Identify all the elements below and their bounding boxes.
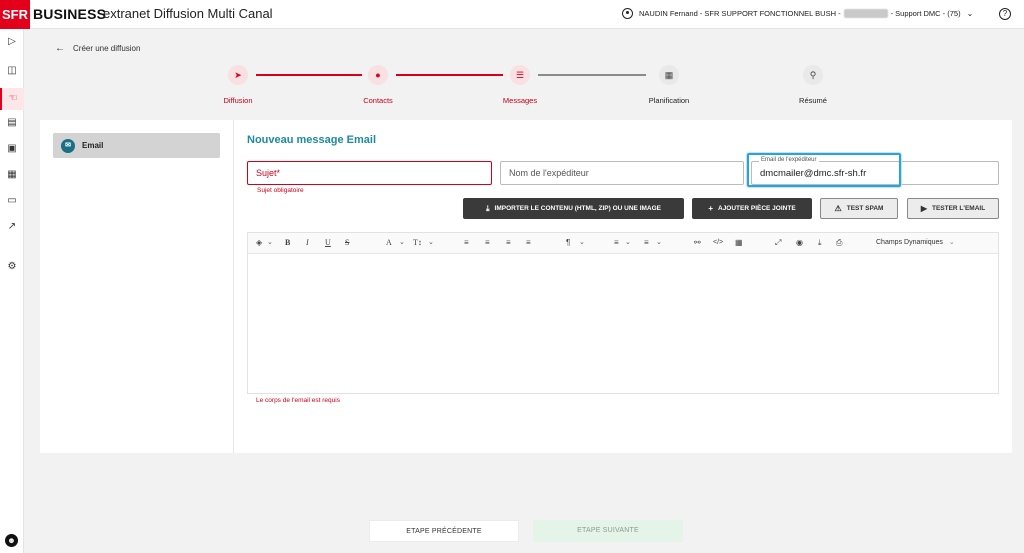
sender-name-input[interactable]: Nom de l'expéditeur <box>500 161 744 185</box>
paragraph-icon[interactable]: ¶ <box>566 238 570 248</box>
message-card: ✉ Email Nouveau message Email Sujet* Suj… <box>40 120 1012 453</box>
body-error: Le corps de l'email est requis <box>256 397 340 404</box>
next-step-button[interactable]: ETAPE SUIVANTE <box>533 520 683 542</box>
sidebar-item-label: Email <box>82 141 104 150</box>
italic-icon[interactable]: I <box>306 238 309 248</box>
test-email-label: TESTER L'EMAIL <box>931 205 986 212</box>
download-icon: ⤓ <box>485 203 490 213</box>
download-icon[interactable]: ⤓ <box>818 238 822 248</box>
spam-label: TEST SPAM <box>846 205 884 212</box>
preview-eye-icon[interactable]: ◉ <box>796 238 803 248</box>
chevron-down-icon[interactable]: ⌄ <box>428 238 434 248</box>
align-justify-icon[interactable]: ≡ <box>526 238 531 248</box>
plus-icon: + <box>708 204 713 213</box>
summary-icon[interactable]: ⚲ <box>803 65 823 85</box>
form-title: Nouveau message Email <box>247 134 377 146</box>
warning-icon: ⚠ <box>834 204 842 213</box>
import-content-button[interactable]: ⤓ IMPORTER LE CONTENU (HTML, ZIP) OU UNE… <box>463 198 684 219</box>
chat-icon[interactable]: ▭ <box>6 195 18 207</box>
settings-icon[interactable]: ⚙ <box>6 261 18 273</box>
users-icon[interactable]: ● <box>368 65 388 85</box>
attach-label: AJOUTER PIÈCE JOINTE <box>718 205 796 212</box>
sidebar-item-email[interactable]: ✉ Email <box>53 133 220 158</box>
chevron-down-icon[interactable]: ⌄ <box>267 238 273 248</box>
underline-icon[interactable]: U <box>325 238 331 248</box>
print-icon[interactable]: ⎙ <box>836 238 842 248</box>
chevron-down-icon[interactable]: ⌄ <box>579 238 585 248</box>
calendar-icon[interactable]: ▦ <box>659 65 679 85</box>
contact-card-icon[interactable]: ▤ <box>6 117 18 129</box>
text-color-icon[interactable]: ◈ <box>256 238 262 248</box>
focus-ring <box>747 153 901 187</box>
sender-name-placeholder: Nom de l'expéditeur <box>509 168 589 178</box>
chevron-down-icon: ⌄ <box>948 239 955 246</box>
ordered-list-icon[interactable]: ≡ <box>614 238 619 248</box>
play-icon: ▶ <box>920 204 927 213</box>
step-label-messages[interactable]: Messages <box>470 96 570 105</box>
step-label-contacts[interactable]: Contacts <box>328 96 428 105</box>
email-icon: ✉ <box>61 138 75 153</box>
align-left-icon[interactable]: ≡ <box>464 238 469 248</box>
stepper-connector <box>256 74 362 76</box>
dynamic-fields-label: Champs Dynamiques <box>876 239 943 246</box>
font-family-icon[interactable]: A <box>386 238 392 248</box>
dynamic-fields-dropdown[interactable]: Champs Dynamiques ⌄ <box>876 238 955 248</box>
test-spam-button[interactable]: ⚠ TEST SPAM <box>820 198 898 219</box>
chevron-down-icon[interactable]: ⌄ <box>399 238 405 248</box>
add-attachment-button[interactable]: + AJOUTER PIÈCE JOINTE <box>692 198 812 219</box>
calendar-icon[interactable]: ▦ <box>6 169 18 181</box>
message-icon[interactable]: ☰ <box>510 65 530 85</box>
align-center-icon[interactable]: ≡ <box>485 238 490 248</box>
font-size-icon[interactable]: T↕ <box>413 238 422 248</box>
chevron-down-icon[interactable]: ⌄ <box>625 238 631 248</box>
subject-placeholder: Sujet* <box>256 168 281 178</box>
email-body-editor[interactable]: ◈ ⌄ B I U S A ⌄ T↕ ⌄ ≡ ≡ ≡ ≡ ¶ ⌄ ≡ ⌄ ≡ ⌄… <box>247 232 999 394</box>
fullscreen-icon[interactable]: ⤢ <box>775 238 781 248</box>
template-icon[interactable]: ▣ <box>6 143 18 155</box>
stepper-connector <box>396 74 503 76</box>
import-label: IMPORTER LE CONTENU (HTML, ZIP) OU UNE I… <box>494 205 661 212</box>
table-icon[interactable]: ▦ <box>735 238 743 248</box>
chevron-down-icon[interactable]: ⌄ <box>656 238 662 248</box>
stats-icon[interactable]: ↗ <box>6 221 18 233</box>
subject-error: Sujet obligatoire <box>257 187 304 194</box>
step-label-diffusion[interactable]: Diffusion <box>188 96 288 105</box>
megaphone-icon[interactable]: ➤ <box>228 65 248 85</box>
code-icon[interactable]: </> <box>713 238 723 248</box>
step-label-planification[interactable]: Planification <box>619 96 719 105</box>
previous-step-button[interactable]: ETAPE PRÉCÉDENTE <box>369 520 519 542</box>
link-icon[interactable]: ⚯ <box>694 238 701 248</box>
bold-icon[interactable]: B <box>285 238 290 248</box>
channel-sidebar: ✉ Email <box>40 120 234 453</box>
accessibility-icon[interactable]: ☻ <box>5 534 18 547</box>
strikethrough-icon[interactable]: S <box>345 238 349 248</box>
align-right-icon[interactable]: ≡ <box>506 238 511 248</box>
bullet-list-icon[interactable]: ≡ <box>644 238 649 248</box>
stepper: ➤ ● ☰ ▦ ⚲ Diffusion Contacts Messages Pl… <box>0 0 1024 110</box>
step-label-resume[interactable]: Résumé <box>763 96 863 105</box>
stepper-connector <box>538 74 646 76</box>
subject-input[interactable]: Sujet* <box>247 161 492 185</box>
editor-toolbar: ◈ ⌄ B I U S A ⌄ T↕ ⌄ ≡ ≡ ≡ ≡ ¶ ⌄ ≡ ⌄ ≡ ⌄… <box>248 233 998 254</box>
test-email-button[interactable]: ▶ TESTER L'EMAIL <box>907 198 999 219</box>
